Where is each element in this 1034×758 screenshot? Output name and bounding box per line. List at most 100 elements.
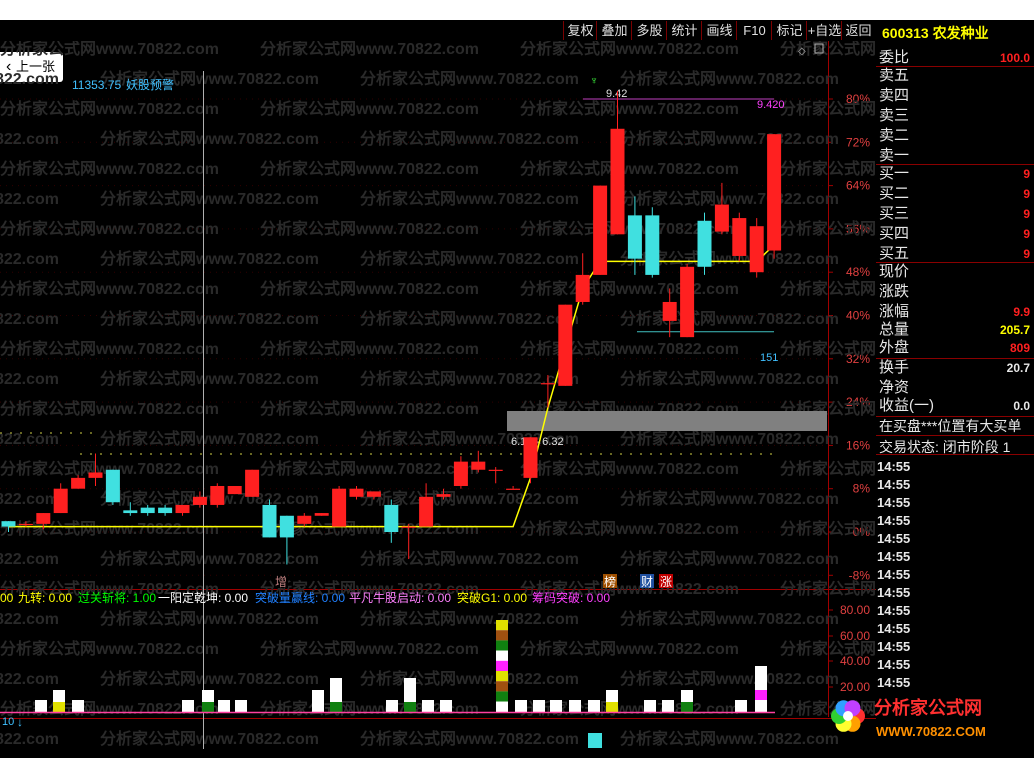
quote-label: 买一 xyxy=(879,165,910,182)
candle-body xyxy=(523,437,538,478)
watermark-text: 分析家公式网www.70822.com xyxy=(620,369,839,388)
indicator-bar xyxy=(569,700,581,712)
candle-body xyxy=(88,472,103,478)
candle-body xyxy=(245,469,260,497)
y-axis-tick-label: 48% xyxy=(846,265,870,279)
quote-value: 0.0 xyxy=(1013,399,1030,413)
quote-label: 现价 xyxy=(879,263,910,280)
indicator-bar-segment xyxy=(330,702,342,712)
event-label: 榜 xyxy=(604,574,616,589)
indicator-bar xyxy=(735,700,747,712)
watermark-text: 分析家公式网www.70822.com xyxy=(0,609,59,628)
watermark-text: 分析家公式网www.70822.com xyxy=(0,41,219,58)
watermark-text: 分析家公式网www.70822.com xyxy=(100,129,319,148)
candle-body xyxy=(540,383,555,385)
toolbar-button-2[interactable]: 多股 xyxy=(631,21,667,40)
stock-code: 600313 xyxy=(882,25,929,41)
watermark-text: 分析家公式网www.70822.com xyxy=(260,219,479,238)
indicator-bar-segment xyxy=(496,660,508,671)
indicator-bar xyxy=(386,700,398,712)
tick-time: 14:55 xyxy=(877,531,911,546)
watermark-text: 分析家公式网www.70822.com xyxy=(260,459,479,478)
indicator-legend-item: 平凡牛股启动: 0.00 xyxy=(349,590,451,605)
toolbar-button-7[interactable]: +自选 xyxy=(806,21,842,40)
toolbar-button-4[interactable]: 画线 xyxy=(701,21,737,40)
top-marker-icon: ♆ xyxy=(590,75,598,87)
quote-label: 卖三 xyxy=(879,107,910,124)
indicator-bar-segment xyxy=(496,620,508,631)
watermark-text: 分析家公式网www.70822.com xyxy=(260,41,479,58)
quote-label: 买二 xyxy=(879,185,910,202)
watermark-text: 分析家公式网www.70822.com xyxy=(0,519,219,538)
indicator-bar-segment xyxy=(496,691,508,702)
watermark-text: 分析家公式网www.70822.com xyxy=(360,729,579,748)
candle-body xyxy=(767,134,782,251)
watermark-text: 分析家公式网www.70822.com xyxy=(780,579,876,598)
watermark-text: 分析家公式网www.70822.com xyxy=(100,669,319,688)
candle-body xyxy=(680,266,695,338)
watermark-text: 分析家公式网www.70822.com xyxy=(0,249,59,268)
candle-body xyxy=(349,488,364,497)
candle-body xyxy=(158,507,173,514)
toolbar-button-8[interactable]: 返回 xyxy=(841,21,875,40)
toolbar-button-0[interactable]: 复权 xyxy=(563,21,597,40)
indicator-bar-segment xyxy=(755,690,767,700)
indicator-legend-item: 突破G1: 0.00 xyxy=(457,590,527,605)
indicator-bar xyxy=(588,700,600,712)
panel-divider xyxy=(876,435,1034,436)
watermark-text: 分析家公式网www.70822.com xyxy=(100,489,319,508)
candle-body xyxy=(18,523,33,526)
candle-body xyxy=(749,226,764,273)
toolbar-button-6[interactable]: 标记 xyxy=(771,21,807,40)
toolbar-button-1[interactable]: 叠加 xyxy=(596,21,632,40)
watermark-text: 分析家公式网www.70822.com xyxy=(100,429,319,448)
watermark-text: 分析家公式网www.70822.com xyxy=(360,669,579,688)
candle-body xyxy=(332,488,347,527)
indicator-legend-item: 九转: 0.00 xyxy=(18,590,72,605)
watermark-text: 分析家公式网www.70822.com xyxy=(780,519,876,538)
indicator-bar xyxy=(440,700,452,712)
toolbar-button-5[interactable]: F10 xyxy=(736,21,772,40)
tick-time: 14:55 xyxy=(877,513,911,528)
watermark-text: 分析家公式网www.70822.com xyxy=(0,489,59,508)
watermark-text: 分析家公式网www.70822.com xyxy=(100,309,319,328)
watermark-text: 分析家公式网www.70822.com xyxy=(0,429,59,448)
watermark-text: 分析家公式网www.70822.com xyxy=(780,339,876,358)
quote-value: 9 xyxy=(1023,187,1030,201)
candle-body xyxy=(366,491,381,497)
quote-label: 收益(一) xyxy=(879,397,934,414)
candle-body xyxy=(436,494,451,497)
watermark-text: 分析家公式网www.70822.com xyxy=(780,159,876,178)
candle-body xyxy=(419,496,434,527)
watermark-text: 分析家公式网www.70822.com xyxy=(0,189,59,208)
chart-area: 80%72%64%56%48%40%32%24%16%8%0%-8%分析家公式网… xyxy=(0,41,876,749)
logo-title: 分析家公式网 xyxy=(874,697,982,718)
flower-center xyxy=(843,711,853,721)
indicator-bar-segment xyxy=(496,630,508,641)
watermark-text: 分析家公式网www.70822.com xyxy=(360,369,579,388)
watermark-text: 分析家公式网www.70822.com xyxy=(520,41,739,58)
watermark-text: 分析家公式网www.70822.com xyxy=(620,489,839,508)
watermark-text: 分析家公式网www.70822.com xyxy=(100,369,319,388)
indicator-legend-item: 突破量赢线: 0.00 xyxy=(255,590,345,605)
candle-body xyxy=(227,485,242,495)
watermark-text: 分析家公式网www.70822.com xyxy=(0,279,219,298)
watermark-text: 分析家公式网www.70822.com xyxy=(620,549,839,568)
indicator-bar xyxy=(662,700,674,712)
quote-label: 买五 xyxy=(879,245,910,262)
candle-body xyxy=(506,488,521,490)
watermark-text: 分析家公式网www.70822.com xyxy=(360,69,579,88)
watermark-text: 分析家公式网www.70822.com xyxy=(0,339,219,358)
watermark-text: 分析家公式网www.70822.com xyxy=(520,99,739,118)
event-label: 涨 xyxy=(660,574,672,589)
toolbar-button-3[interactable]: 统计 xyxy=(666,21,702,40)
indicator-bar xyxy=(515,700,527,712)
tick-time: 14:55 xyxy=(877,657,911,672)
quote-label: 卖四 xyxy=(879,87,910,104)
quote-value: 809 xyxy=(1009,341,1030,355)
watermark-text: 分析家公式网www.70822.com xyxy=(0,129,59,148)
watermark-text: 分析家公式网www.70822.com xyxy=(360,249,579,268)
watermark-text: 分析家公式网www.70822.com xyxy=(0,309,59,328)
quote-panel: 600313 农发种业 委比 100.0 卖五 卖四 卖三 卖二 卖一 买一 9 买二 9 买三 9 买四… xyxy=(876,20,1034,758)
quote-label: 卖一 xyxy=(879,147,910,164)
